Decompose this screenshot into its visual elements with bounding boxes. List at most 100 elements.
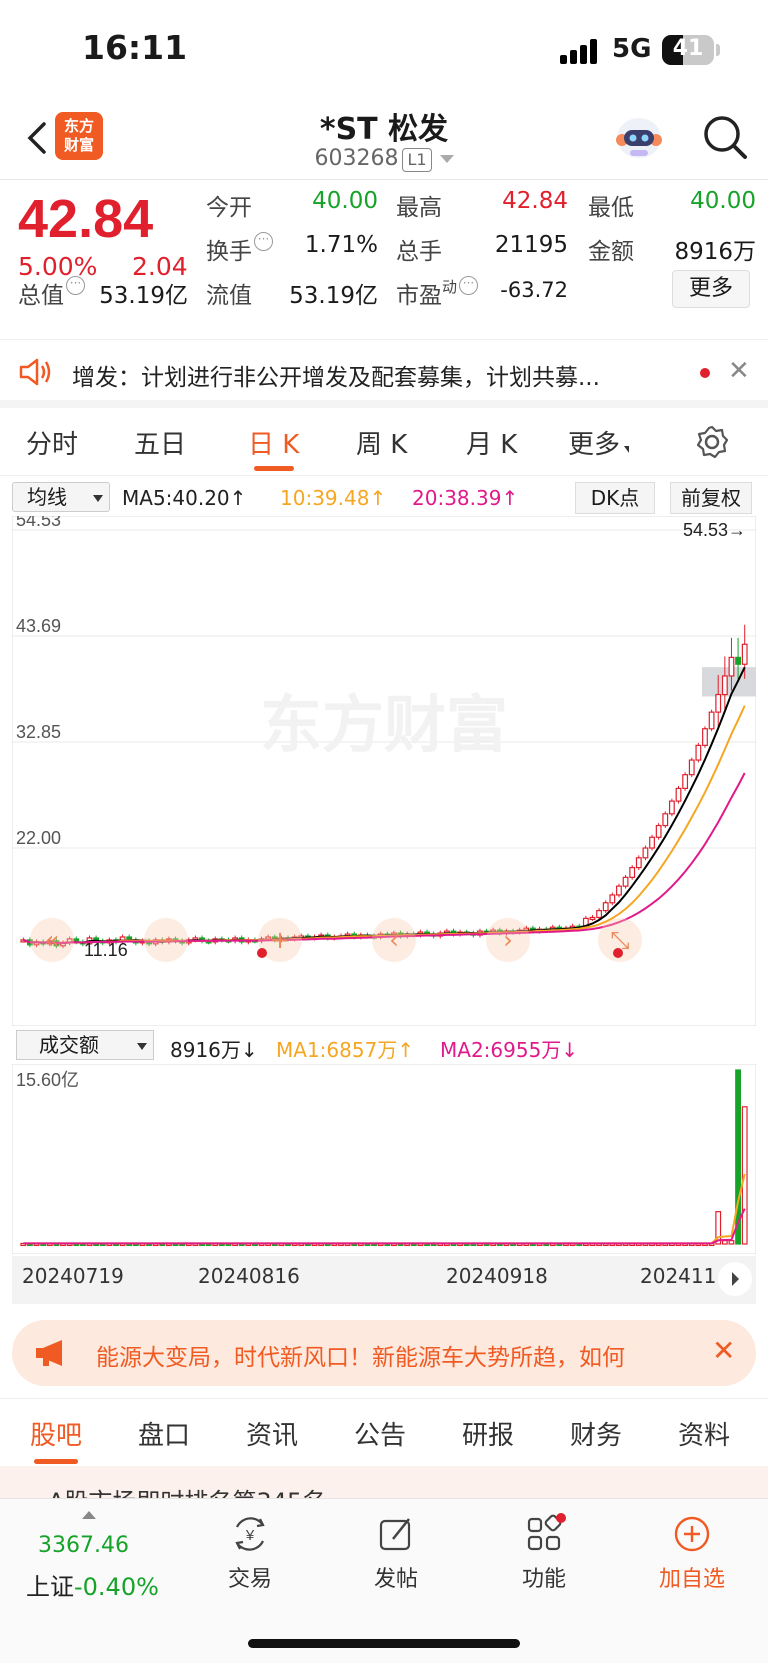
mcap-value: 53.19亿: [99, 283, 188, 309]
float-mcap-label: 流值: [206, 283, 252, 309]
low-label: 最低: [588, 195, 634, 221]
y-tick-label: 32.85: [16, 722, 61, 742]
tab-news[interactable]: 资讯: [246, 1415, 298, 1452]
tab-intraday[interactable]: 分时: [26, 424, 78, 461]
gear-icon[interactable]: [694, 424, 730, 460]
candle-body: [682, 774, 689, 789]
chart-control-icon: «: [45, 926, 60, 954]
volume-current: 8916万↓: [170, 1038, 258, 1062]
candle-body: [708, 711, 715, 730]
tab-guba[interactable]: 股吧: [30, 1415, 82, 1452]
svg-text:¥: ¥: [245, 1527, 255, 1544]
tab-five-day[interactable]: 五日: [134, 424, 186, 461]
candle-body: [735, 656, 741, 665]
high-value: 42.84: [502, 188, 568, 214]
active-tab-underline: [34, 1459, 78, 1464]
notification-dot: [556, 1513, 566, 1523]
status-bar: 16:11 5G 41: [0, 0, 768, 100]
dk-point-button[interactable]: DK点: [575, 482, 655, 514]
nav-bar: 东方 财富 *ST 松发 603268 L1: [0, 100, 768, 180]
tab-announcements[interactable]: 公告: [354, 1415, 406, 1452]
tab-pankou[interactable]: 盘口: [138, 1415, 190, 1452]
chart-control-icon: +: [270, 926, 290, 954]
more-button[interactable]: 更多: [672, 270, 750, 308]
info-dots-icon: ···: [66, 276, 85, 295]
tab-monthly-k[interactable]: 月 K: [466, 424, 517, 461]
pe-label[interactable]: 市盈动 ···: [396, 276, 479, 310]
volume-bar: [728, 1240, 735, 1245]
candle-body: [602, 902, 609, 912]
index-change[interactable]: 上证-0.40%: [26, 1567, 159, 1602]
level-badge: L1: [402, 148, 432, 172]
y-tick-label: 43.69: [16, 616, 61, 636]
adjust-button[interactable]: 前复权: [670, 482, 752, 514]
chevron-down-icon: [439, 155, 454, 163]
candle-body: [642, 847, 649, 859]
functions-button[interactable]: 功能: [494, 1513, 594, 1593]
scroll-right-icon[interactable]: [718, 1262, 752, 1296]
peek-text: A股市场即时排名第345名: [48, 1482, 326, 1498]
notice-text: 增发：计划进行非公开增发及配套募集，计划共募...: [72, 365, 600, 391]
tab-weekly-k[interactable]: 周 K: [356, 424, 407, 461]
ma10-label: 10:39.48↑: [280, 486, 387, 510]
volume-frame: [12, 1064, 756, 1254]
notice-bar[interactable]: 增发：计划进行非公开增发及配套募集，计划共募... ✕: [0, 340, 768, 408]
volume-chart[interactable]: 15.60亿: [12, 1064, 756, 1254]
content-tabs: 股吧 盘口 资讯 公告 研报 财务 资料: [0, 1398, 768, 1466]
volume-indicator-selector[interactable]: 成交额: [16, 1030, 154, 1060]
kline-chart[interactable]: 54.53 43.69 32.85 22.00 东方财富 54.53→ 11.16 « − + ‹ ›…: [12, 516, 756, 1026]
watermark: 东方财富: [260, 688, 508, 761]
volume-legend-row: 成交额 8916万↓ MA1:6857万↑ MA2:6955万↓: [0, 1028, 768, 1064]
volume-ma1: MA1:6857万↑: [276, 1038, 415, 1062]
trade-button[interactable]: ¥ 交易: [200, 1513, 300, 1593]
turnover-label[interactable]: 换手 ···: [206, 232, 273, 266]
date-axis: 20240719 20240816 20240918 202411: [12, 1256, 756, 1304]
quote-panel: 42.84 5.00% 2.04 今开 40.00 最高 42.84 最低 40…: [0, 180, 768, 340]
ad-banner[interactable]: 能源大变局，时代新风口！新能源车大势所趋，如何 ✕: [12, 1320, 756, 1386]
peek-strip: A股市场即时排名第345名: [0, 1466, 768, 1498]
add-watchlist-label: 加自选: [658, 1567, 725, 1592]
indicator-selector[interactable]: 均线: [12, 482, 110, 512]
ad-text: 能源大变局，时代新风口！新能源车大势所趋，如何: [96, 1345, 625, 1371]
volume-value: 21195: [494, 232, 568, 258]
date-tick: 202411: [640, 1264, 717, 1288]
candle-body: [702, 728, 708, 746]
bottom-toolbar: 3367.46 上证-0.40% ¥ 交易 发帖 功能 加自选: [0, 1498, 768, 1663]
plus-circle-icon: [674, 1516, 710, 1552]
tab-financials[interactable]: 财务: [570, 1415, 622, 1452]
caret-icon: [624, 446, 630, 453]
open-label: 今开: [206, 195, 252, 221]
y-tick-label: 54.53: [16, 516, 61, 530]
trade-label: 交易: [227, 1567, 272, 1592]
event-marker: [613, 948, 623, 958]
ma5-label: MA5:40.20↑: [122, 486, 247, 510]
ma20-label: 20:38.39↑: [412, 486, 519, 510]
speaker-icon: [19, 358, 51, 386]
functions-label: 功能: [521, 1567, 566, 1592]
network-label: 5G: [612, 34, 652, 64]
yen-exchange-icon: ¥: [235, 1517, 265, 1551]
candle-body: [715, 693, 722, 713]
y-tick-label: 22.00: [16, 828, 61, 848]
tab-research[interactable]: 研报: [462, 1415, 514, 1452]
tab-more[interactable]: 更多: [568, 424, 630, 461]
close-icon[interactable]: ✕: [712, 1334, 735, 1367]
index-value[interactable]: 3367.46: [38, 1533, 129, 1558]
battery-tip: [716, 44, 720, 56]
low-value: 40.00: [690, 188, 756, 214]
last-price: 42.84: [18, 189, 154, 249]
mcap-label[interactable]: 总值 ···: [18, 276, 85, 310]
search-icon[interactable]: [700, 112, 750, 162]
add-watchlist-button[interactable]: 加自选: [642, 1513, 742, 1593]
candle-body: [629, 866, 636, 878]
tab-profile[interactable]: 资料: [678, 1415, 730, 1452]
tab-daily-k[interactable]: 日 K: [248, 424, 299, 461]
close-icon[interactable]: ✕: [728, 356, 750, 386]
post-button[interactable]: 发帖: [346, 1513, 446, 1593]
post-label: 发帖: [373, 1567, 418, 1592]
candle-body: [728, 656, 735, 677]
robot-assistant-icon[interactable]: [612, 110, 666, 164]
tab-more-label: 更多: [568, 430, 621, 460]
candle-body: [688, 759, 695, 776]
candle-body: [655, 824, 662, 838]
